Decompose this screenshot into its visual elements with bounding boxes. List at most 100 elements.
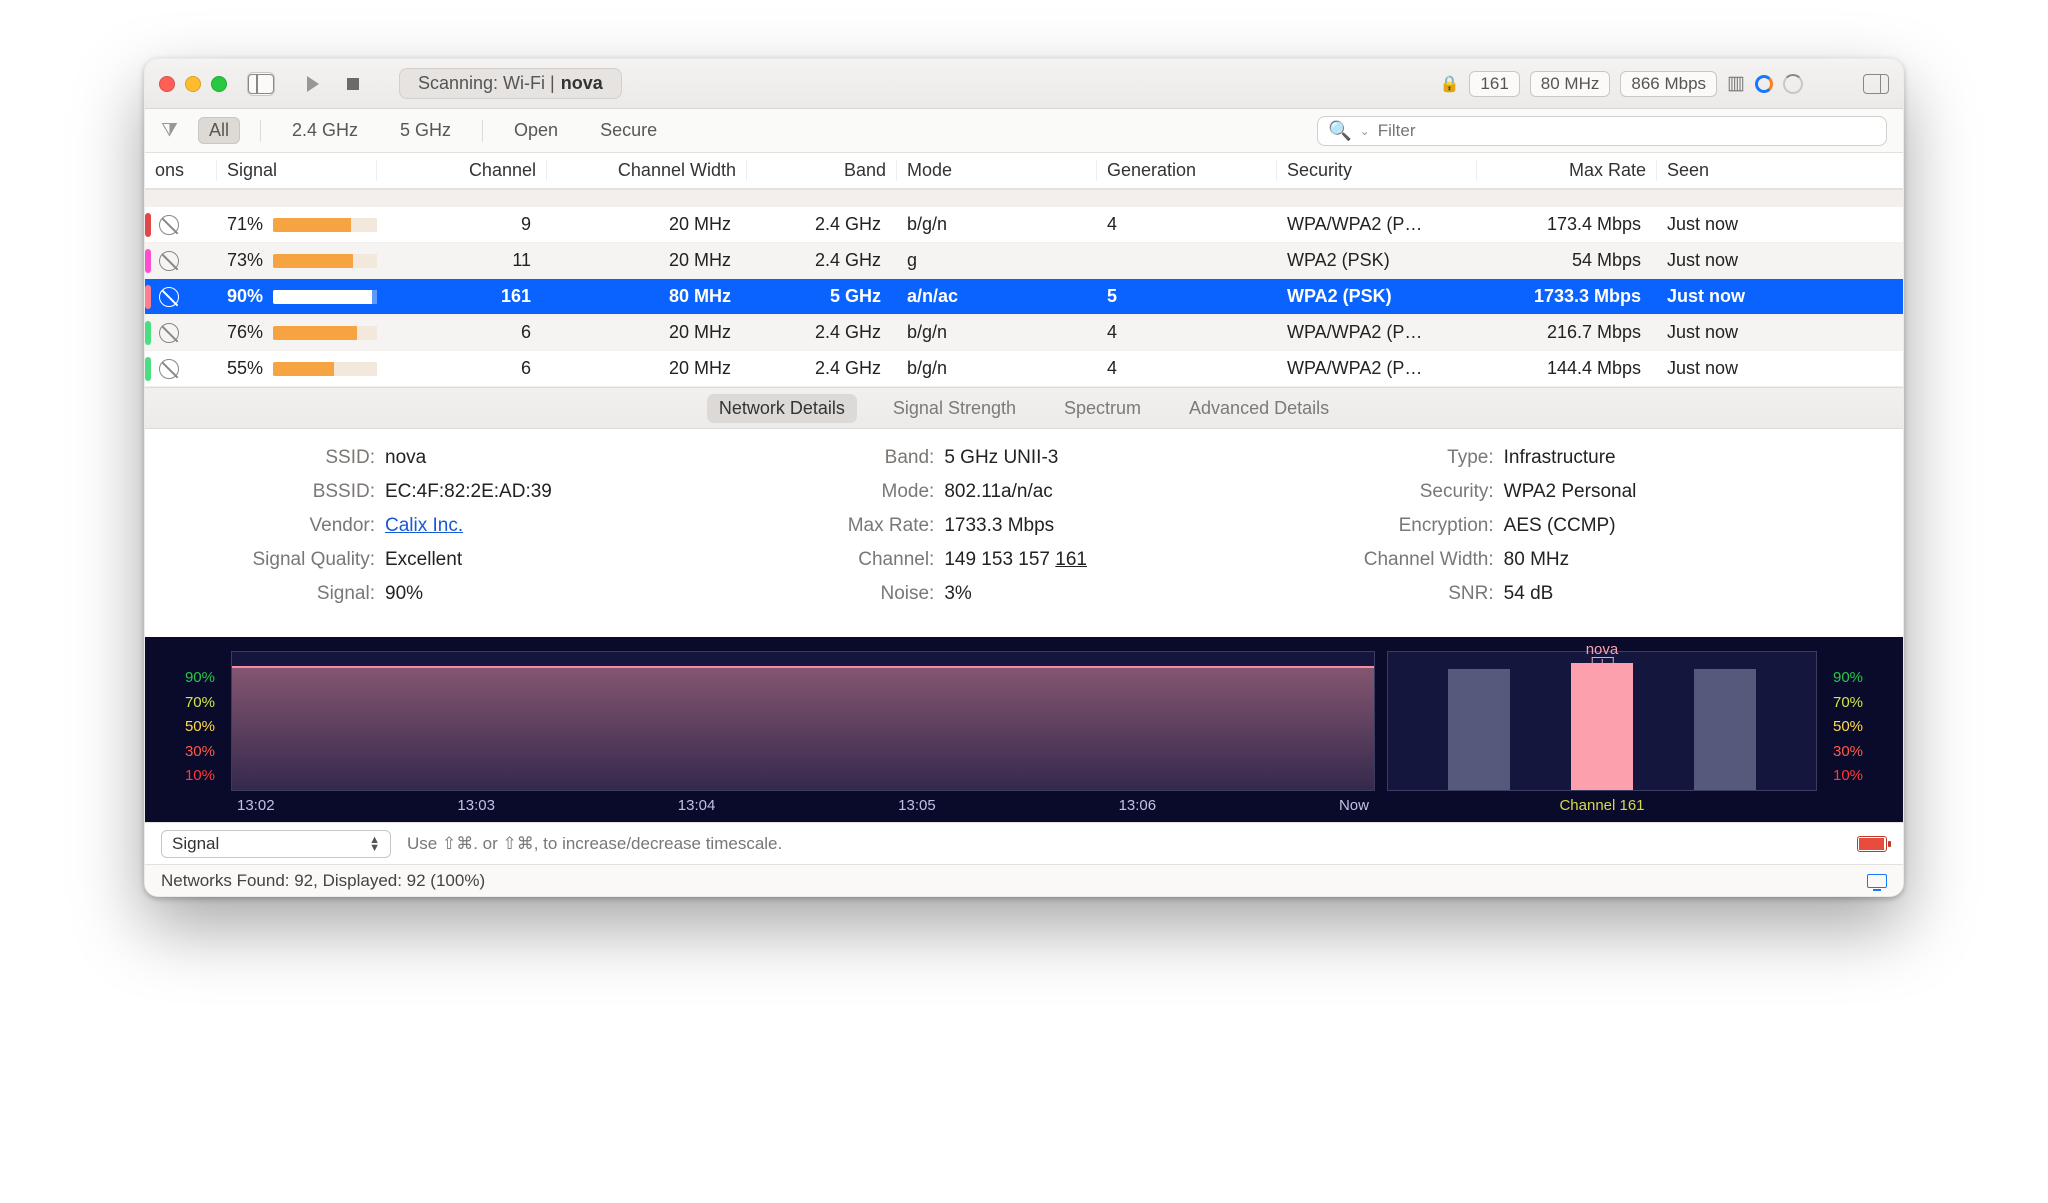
fullscreen-window-button[interactable]: [211, 76, 227, 92]
col-signal[interactable]: Signal: [217, 160, 377, 181]
value-channel: 149 153 157 161: [944, 549, 1087, 571]
col-max-rate[interactable]: Max Rate: [1477, 160, 1657, 181]
channel-pill: 161: [1469, 71, 1519, 97]
status-text: Networks Found: 92, Displayed: 92 (100%): [161, 871, 485, 891]
signal-bar: [273, 326, 377, 340]
table-row[interactable]: 55%620 MHz2.4 GHzb/g/n4WPA/WPA2 (P…144.4…: [145, 351, 1903, 387]
label-bssid: BSSID:: [205, 481, 385, 503]
label-mode: Mode:: [764, 481, 944, 503]
tab-advanced-details[interactable]: Advanced Details: [1177, 394, 1341, 423]
tab-spectrum[interactable]: Spectrum: [1052, 394, 1153, 423]
play-icon: [307, 76, 319, 92]
filter-2-4ghz[interactable]: 2.4 GHz: [281, 117, 369, 144]
cell-channel-width: 20 MHz: [547, 250, 747, 271]
channel-axis-label: Channel 161: [1387, 791, 1817, 814]
col-channel-width[interactable]: Channel Width: [547, 160, 747, 181]
titlebar: Scanning: Wi-Fi | nova 🔒 161 80 MHz 866 …: [145, 59, 1903, 109]
minimize-window-button[interactable]: [185, 76, 201, 92]
hidden-ssid-icon: [159, 323, 179, 343]
refresh-icon[interactable]: [1755, 75, 1773, 93]
graph-icon[interactable]: ▥: [1727, 72, 1745, 95]
cell-band: 2.4 GHz: [747, 322, 897, 343]
link-rate-pill: 866 Mbps: [1620, 71, 1717, 97]
table-row[interactable]: 73%1120 MHz2.4 GHzgWPA2 (PSK)54 MbpsJust…: [145, 243, 1903, 279]
detail-tabs: Network Details Signal Strength Spectrum…: [145, 387, 1903, 429]
signal-percent: 55%: [227, 358, 263, 379]
cell-mode: b/g/n: [897, 322, 1097, 343]
cell-seen: Just now: [1657, 322, 1797, 343]
hidden-ssid-icon: [159, 215, 179, 235]
cell-security: WPA2 (PSK): [1277, 286, 1477, 307]
activity-spinner-icon: [1783, 74, 1803, 94]
filter-secure[interactable]: Secure: [589, 117, 668, 144]
search-menu-caret-icon[interactable]: ⌄: [1360, 124, 1370, 138]
cell-band: 2.4 GHz: [747, 358, 897, 379]
table-row[interactable]: 76%620 MHz2.4 GHzb/g/n4WPA/WPA2 (P…216.7…: [145, 315, 1903, 351]
metric-select[interactable]: Signal ▲▼: [161, 830, 391, 858]
value-noise: 3%: [944, 583, 971, 605]
value-bssid: EC:4F:82:2E:AD:39: [385, 481, 552, 503]
cell-seen: Just now: [1657, 358, 1797, 379]
search-input[interactable]: [1378, 121, 1876, 141]
search-field[interactable]: 🔍⌄: [1317, 116, 1887, 146]
cell-max-rate: 1733.3 Mbps: [1477, 286, 1657, 307]
col-security[interactable]: Security: [1277, 160, 1477, 181]
col-mode[interactable]: Mode: [897, 160, 1097, 181]
cell-channel-width: 20 MHz: [547, 358, 747, 379]
col-channel[interactable]: Channel: [377, 160, 547, 181]
label-security: Security:: [1324, 481, 1504, 503]
col-seen[interactable]: Seen: [1657, 160, 1797, 181]
status-bar: Networks Found: 92, Displayed: 92 (100%): [145, 864, 1903, 896]
close-window-button[interactable]: [159, 76, 175, 92]
cell-seen: Just now: [1657, 286, 1797, 307]
filter-bar: ⧩ All 2.4 GHz 5 GHz Open Secure 🔍⌄: [145, 109, 1903, 153]
cell-band: 5 GHz: [747, 286, 897, 307]
hidden-ssid-icon: [159, 359, 179, 379]
signal-percent: 73%: [227, 250, 263, 271]
label-type: Type:: [1324, 447, 1504, 469]
label-signal: Signal:: [205, 583, 385, 605]
vendor-link[interactable]: Calix Inc.: [385, 515, 463, 536]
battery-icon: [1857, 836, 1887, 852]
value-mode: 802.11a/n/ac: [944, 481, 1052, 503]
cell-channel: 161: [377, 286, 547, 307]
cell-channel-width: 20 MHz: [547, 322, 747, 343]
channel-bar-adjacent: [1694, 669, 1756, 790]
stop-icon: [347, 78, 359, 90]
funnel-icon[interactable]: ⧩: [161, 120, 178, 142]
value-type: Infrastructure: [1504, 447, 1616, 469]
col-band[interactable]: Band: [747, 160, 897, 181]
play-scan-button[interactable]: [307, 76, 319, 92]
filter-all[interactable]: All: [198, 117, 240, 144]
table-row[interactable]: 90%16180 MHz5 GHza/n/ac5WPA2 (PSK)1733.3…: [145, 279, 1903, 315]
table-row[interactable]: 71%920 MHz2.4 GHzb/g/n4WPA/WPA2 (P…173.4…: [145, 207, 1903, 243]
stop-scan-button[interactable]: [347, 78, 359, 90]
x-axis: 13:02 13:03 13:04 13:05 13:06 Now: [231, 791, 1375, 814]
display-mode-icon[interactable]: [1867, 874, 1887, 888]
col-generation[interactable]: Generation: [1097, 160, 1277, 181]
tab-network-details[interactable]: Network Details: [707, 394, 857, 423]
signal-percent: 76%: [227, 322, 263, 343]
col-actions[interactable]: ons: [145, 160, 217, 181]
value-max-rate: 1733.3 Mbps: [944, 515, 1054, 537]
color-tick: [145, 357, 151, 381]
filter-open[interactable]: Open: [503, 117, 569, 144]
details-col-3: Type:Infrastructure Security:WPA2 Person…: [1324, 447, 1843, 617]
titlebar-right: 🔒 161 80 MHz 866 Mbps ▥: [1440, 71, 1890, 97]
stepper-icon: ▲▼: [369, 836, 380, 852]
cell-max-rate: 173.4 Mbps: [1477, 214, 1657, 235]
toggle-sidebar-button[interactable]: [247, 72, 275, 96]
label-noise: Noise:: [764, 583, 944, 605]
signal-bar: [273, 254, 377, 268]
toggle-inspector-button[interactable]: [1863, 74, 1889, 94]
signal-bar: [273, 290, 377, 304]
value-security: WPA2 Personal: [1504, 481, 1637, 503]
filter-5ghz[interactable]: 5 GHz: [389, 117, 462, 144]
tab-signal-strength[interactable]: Signal Strength: [881, 394, 1028, 423]
cell-band: 2.4 GHz: [747, 250, 897, 271]
separator: [482, 120, 483, 142]
charts-area: 90% 70% 50% 30% 10% 13:02 13:03 13:04 13…: [145, 637, 1903, 822]
cell-max-rate: 144.4 Mbps: [1477, 358, 1657, 379]
cell-channel: 6: [377, 322, 547, 343]
label-channel-width: Channel Width:: [1324, 549, 1504, 571]
